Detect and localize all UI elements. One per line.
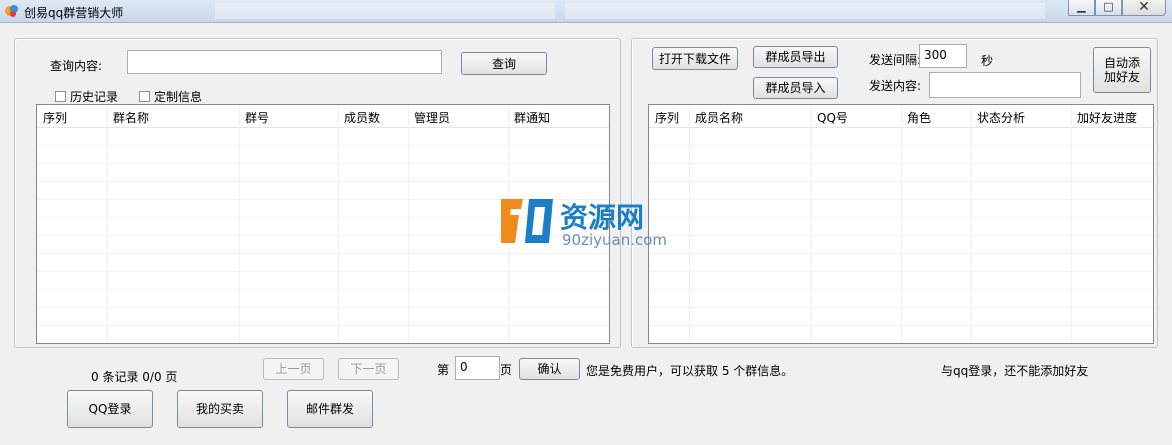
query-label: 查询内容: — [50, 59, 103, 73]
column-header-group-name[interactable]: 群名称 — [107, 109, 149, 126]
qq-login-button[interactable]: QQ登录 — [67, 390, 153, 428]
column-header-member-count[interactable]: 成员数 — [338, 109, 380, 126]
row-line — [649, 253, 1153, 254]
import-members-button[interactable]: 群成员导入 — [753, 77, 838, 99]
row-line — [37, 307, 609, 308]
mail-mass-send-button[interactable]: 邮件群发 — [287, 390, 373, 428]
column-header-notice[interactable]: 群通知 — [508, 109, 550, 126]
export-members-button[interactable]: 群成员导出 — [753, 46, 838, 68]
row-line — [37, 145, 609, 146]
column-header-group-number[interactable]: 群号 — [239, 109, 269, 126]
auto-add-friends-button[interactable]: 自动添加好友 — [1093, 47, 1151, 93]
history-checkbox-label: 历史记录 — [70, 90, 119, 104]
login-notice: 与qq登录，还不能添加好友 — [941, 364, 1089, 378]
next-page-button[interactable]: 下一页 — [338, 358, 399, 380]
column-header-admin[interactable]: 管理员 — [408, 109, 450, 126]
page-suffix: 页 — [500, 363, 513, 377]
watermark-brand: 资源网 — [560, 201, 645, 234]
checkbox-box[interactable] — [139, 91, 150, 102]
history-checkbox[interactable]: 历史记录 — [55, 88, 118, 105]
open-download-file-button[interactable]: 打开下载文件 — [652, 47, 738, 70]
free-user-notice: 您是免费用户，可以获取 5 个群信息。 — [586, 364, 794, 378]
group-table-header: 序列 群名称 群号 成员数 管理员 群通知 — [37, 105, 609, 128]
row-line — [649, 325, 1153, 326]
close-button[interactable]: ✕ — [1122, 0, 1166, 16]
column-header-status[interactable]: 状态分析 — [971, 109, 1025, 126]
row-line — [649, 181, 1153, 182]
row-line — [649, 307, 1153, 308]
column-header-role[interactable]: 角色 — [901, 109, 931, 126]
confirm-page-button[interactable]: 确认 — [519, 358, 580, 380]
column-header-member-name[interactable]: 成员名称 — [689, 109, 743, 126]
custom-info-checkbox-label: 定制信息 — [154, 90, 203, 104]
row-line — [649, 271, 1153, 272]
row-line — [649, 199, 1153, 200]
column-header-qq-number[interactable]: QQ号 — [811, 109, 848, 126]
member-table[interactable]: 序列 成员名称 QQ号 角色 状态分析 加好友进度 — [648, 104, 1154, 344]
maximize-button[interactable]: □ — [1095, 0, 1122, 16]
query-button[interactable]: 查询 — [461, 52, 547, 75]
app-icon — [5, 5, 18, 17]
row-line — [649, 163, 1153, 164]
row-line — [649, 289, 1153, 290]
custom-info-checkbox[interactable]: 定制信息 — [139, 88, 202, 105]
background-window — [565, 3, 1045, 19]
record-count: 0 条记录 0/0 页 — [91, 370, 178, 384]
page-number-input[interactable]: 0 — [455, 356, 500, 380]
row-line — [37, 163, 609, 164]
row-line — [37, 289, 609, 290]
interval-input[interactable]: 300 — [919, 44, 967, 68]
row-line — [37, 271, 609, 272]
send-content-label: 发送内容: — [869, 79, 922, 93]
watermark-domain: 90ziyuan.com — [562, 231, 668, 249]
prev-page-button[interactable]: 上一页 — [263, 358, 324, 380]
row-line — [37, 325, 609, 326]
send-content-input[interactable] — [929, 72, 1081, 98]
row-line — [649, 235, 1153, 236]
minimize-button[interactable]: ▁ — [1068, 0, 1095, 16]
page-prefix: 第 — [437, 363, 450, 377]
title-bar: 创易qq群营销大师 ▁ □ ✕ — [0, 0, 1172, 23]
row-line — [37, 181, 609, 182]
window-title: 创易qq群营销大师 — [24, 6, 124, 20]
interval-label: 发送间隔: — [869, 53, 922, 67]
seconds-label: 秒 — [981, 54, 994, 68]
my-purchase-button[interactable]: 我的买卖 — [177, 390, 263, 428]
column-header-index[interactable]: 序列 — [649, 109, 679, 126]
row-line — [649, 217, 1153, 218]
row-line — [37, 253, 609, 254]
column-header-add-progress[interactable]: 加好友进度 — [1071, 109, 1137, 126]
row-line — [649, 145, 1153, 146]
watermark-logo-icon — [501, 199, 553, 243]
query-input[interactable] — [127, 50, 442, 74]
checkbox-box[interactable] — [55, 91, 66, 102]
background-window — [215, 3, 555, 19]
column-header-index[interactable]: 序列 — [37, 109, 67, 126]
